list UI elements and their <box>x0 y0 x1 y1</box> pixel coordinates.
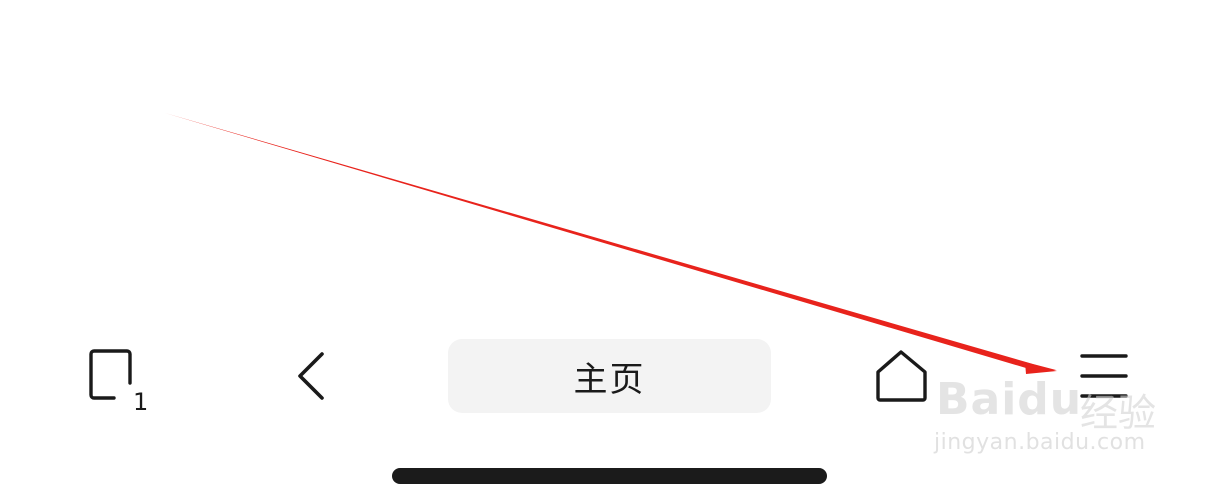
watermark-url: jingyan.baidu.com <box>934 430 1146 455</box>
home-indicator[interactable] <box>392 468 827 484</box>
browser-screen: 1 主页 Baidu 经验 jingyan.baidu.com <box>0 0 1220 484</box>
home-page-label: 主页 <box>573 359 646 400</box>
house-icon <box>876 350 927 402</box>
bottom-toolbar: 1 主页 <box>0 330 1220 424</box>
tabs-count: 1 <box>133 388 149 416</box>
tabs-button[interactable]: 1 <box>84 346 148 414</box>
hamburger-menu-icon <box>1080 354 1128 398</box>
home-page-button[interactable]: 主页 <box>448 339 771 413</box>
menu-button[interactable] <box>1076 350 1132 406</box>
chevron-left-icon <box>298 352 324 400</box>
home-button[interactable] <box>870 348 934 408</box>
back-button[interactable] <box>290 348 334 408</box>
